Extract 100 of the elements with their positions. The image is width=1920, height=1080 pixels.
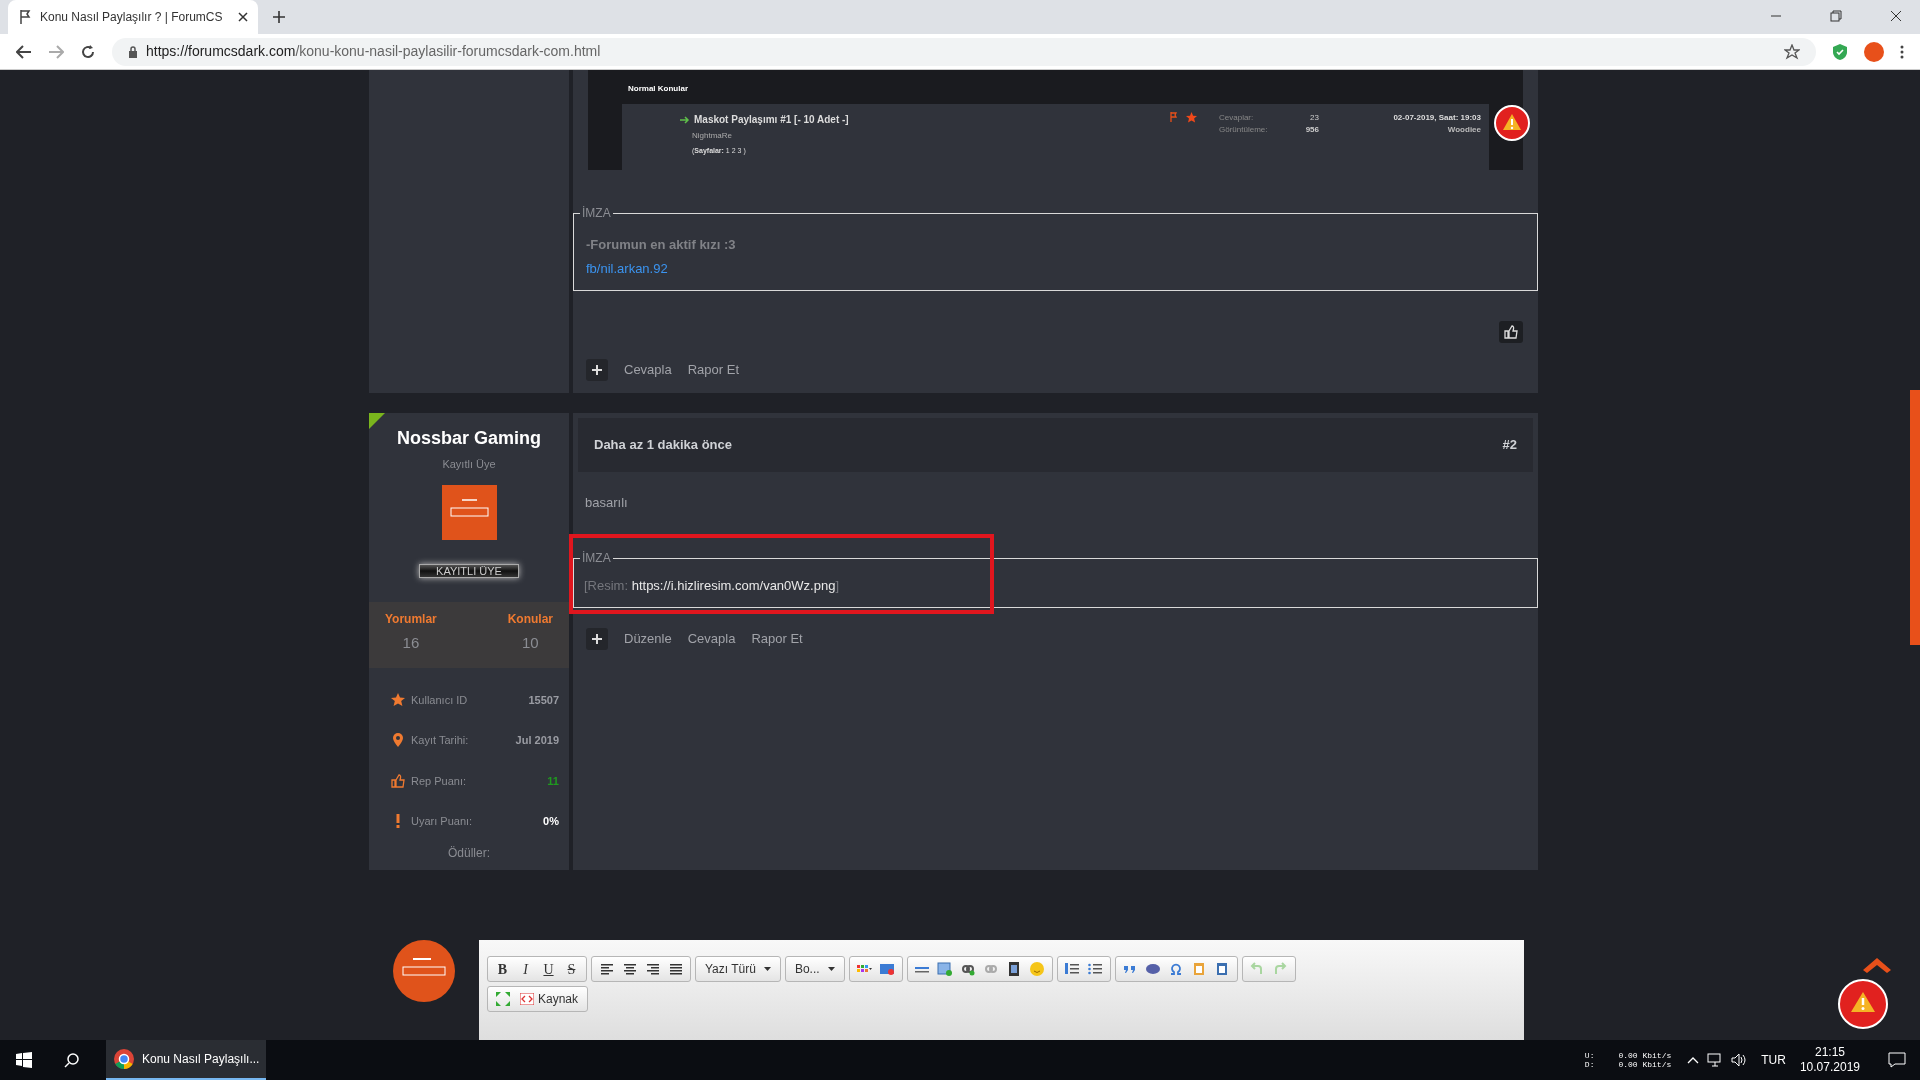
stat-count: 10	[522, 632, 539, 653]
thumbs-up-icon	[391, 773, 405, 788]
awards-label: Ödüller:	[448, 844, 490, 862]
reload-icon[interactable]	[80, 43, 96, 60]
page-icon	[18, 9, 32, 25]
network-speed: 0.00 Kbit/s	[1618, 1051, 1672, 1060]
signature-text: [Resim: https://i.hizliresim.com/van0Wz.png]	[584, 578, 840, 593]
signature-link[interactable]: fb/nil.arkan.92	[586, 261, 668, 276]
info-label: Uyarı Puanı:	[411, 814, 473, 829]
align-left-icon	[598, 961, 615, 977]
network-icon[interactable]	[1707, 1053, 1724, 1067]
network-label: U:	[1584, 1051, 1595, 1060]
volume-icon[interactable]	[1731, 1053, 1748, 1067]
justify-icon	[667, 961, 684, 977]
info-label: Kullanıcı ID	[411, 692, 468, 708]
strikethrough-button[interactable]: S	[560, 957, 583, 981]
info-value: 15507	[528, 692, 559, 708]
action-link[interactable]: Rapor Et	[751, 629, 803, 649]
caret-icon	[763, 967, 771, 971]
info-value: Jul 2019	[515, 733, 559, 748]
avatar-logo	[441, 484, 497, 540]
profile-avatar-icon[interactable]	[1864, 41, 1884, 62]
underline-button[interactable]: U	[537, 957, 560, 981]
info-label: Rep Puanı:	[411, 773, 467, 789]
chevron-up-icon[interactable]	[1687, 1056, 1700, 1064]
address-bar[interactable]: https://forumcsdark.com/konu-konu-nasil-paylasilir-forumcsdark-com.html	[112, 37, 1816, 66]
info-label: Kayıt Tarihi:	[411, 733, 469, 748]
stat-label: Cevaplar:	[1219, 112, 1254, 124]
emoji-icon	[1029, 961, 1046, 977]
thumbs-up-icon	[1504, 325, 1518, 339]
bullet-list-icon	[1087, 961, 1104, 977]
star-icon	[391, 692, 405, 707]
language-indicator[interactable]: TUR	[1761, 1051, 1786, 1069]
chrome-icon	[114, 1049, 134, 1069]
section-title: Normal Konular	[628, 84, 688, 93]
taskbar-window-button[interactable]: Konu Nasıl Paylaşılı...	[106, 1040, 266, 1080]
last-poster[interactable]: Woodiee	[1447, 124, 1481, 136]
font-dropdown[interactable]: Yazı Türü	[699, 957, 777, 981]
like-button[interactable]	[1499, 321, 1523, 343]
action-link[interactable]: Düzenle	[624, 629, 672, 649]
star-icon	[1186, 112, 1197, 123]
warning-button-icon[interactable]	[1494, 105, 1530, 141]
avatar-logo	[393, 940, 455, 1002]
stat-label: Konular	[507, 610, 553, 628]
caret-icon	[827, 967, 835, 971]
scrollbar-thumb[interactable]	[1910, 390, 1920, 645]
stat-value: 23	[1310, 112, 1319, 124]
image-icon	[937, 961, 954, 977]
flag-icon	[1170, 112, 1178, 122]
network-speed: 0.00 Kbit/s	[1618, 1060, 1672, 1069]
signature-text: -Forumun en aktif kızı :3	[586, 237, 736, 252]
info-value: 0%	[543, 814, 559, 829]
lock-icon	[128, 45, 138, 58]
thread-title[interactable]: Maskot Paylaşımı #1 [- 10 Adet -]	[694, 112, 849, 127]
source-button[interactable]: Kaynak	[514, 987, 585, 1011]
action-link[interactable]: Cevapla	[687, 629, 736, 649]
info-value: 11	[547, 773, 559, 789]
bold-button[interactable]: B	[491, 957, 514, 981]
close-icon[interactable]	[238, 12, 248, 22]
last-post-date: 02-07-2019, Saat: 19:03	[1393, 112, 1481, 124]
username[interactable]: Nossbar Gaming	[396, 425, 541, 452]
action-link[interactable]: Cevapla	[624, 360, 672, 380]
new-tab-icon[interactable]	[272, 10, 286, 24]
browser-tab[interactable]: Konu Nasıl Paylaşılır ? | ForumCS	[8, 0, 258, 34]
arrow-icon	[680, 115, 690, 124]
back-icon[interactable]	[16, 44, 32, 59]
windows-start-icon[interactable]	[16, 1052, 32, 1068]
align-center-icon	[621, 961, 638, 977]
size-dropdown[interactable]: Bo...	[788, 957, 841, 981]
search-icon[interactable]	[64, 1052, 80, 1068]
italic-button[interactable]: I	[514, 957, 537, 981]
notification-icon[interactable]	[1888, 1052, 1906, 1068]
action-link[interactable]: Rapor Et	[687, 360, 739, 380]
close-icon[interactable]	[1890, 10, 1902, 22]
user-role: Kayıtlı Üye	[442, 457, 496, 472]
tab-title: Konu Nasıl Paylaşılır ? | ForumCS	[40, 10, 223, 24]
add-button[interactable]	[586, 628, 608, 650]
star-icon[interactable]	[1784, 43, 1800, 60]
post-body: basarılı	[585, 495, 628, 510]
stat-value: 956	[1305, 124, 1319, 136]
numbered-list-icon	[1064, 961, 1081, 977]
stat-label: Yorumlar	[385, 610, 437, 628]
clock-date: 10.07.2019	[1799, 1060, 1860, 1075]
post-time: Daha az 1 dakika önce	[594, 436, 732, 455]
corner-mark-icon	[369, 413, 385, 429]
plus-icon	[592, 365, 602, 375]
stat-label: Görüntüleme:	[1219, 124, 1268, 136]
network-label: D:	[1584, 1060, 1595, 1069]
restore-icon[interactable]	[1830, 10, 1842, 22]
shield-icon[interactable]	[1832, 42, 1848, 61]
rank-badge: KAYITLI ÜYE	[419, 563, 519, 578]
clock-time: 21:15	[1814, 1045, 1845, 1060]
menu-icon[interactable]	[1900, 44, 1904, 59]
add-button[interactable]	[586, 359, 608, 381]
window-title: Konu Nasıl Paylaşılı...	[142, 1051, 260, 1068]
signature-link[interactable]: https://i.hizliresim.com/van0Wz.png	[631, 578, 836, 593]
post-number[interactable]: #2	[1502, 435, 1517, 455]
stat-count: 16	[402, 632, 420, 653]
thread-author[interactable]: NightmaRe	[692, 131, 732, 140]
align-right-icon	[644, 961, 661, 977]
